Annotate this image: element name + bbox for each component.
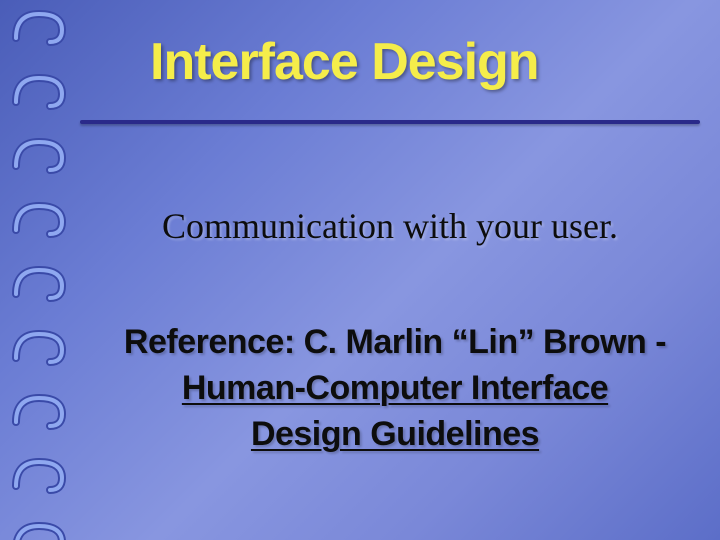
reference-book-line1: Human-Computer Interface: [100, 366, 690, 412]
spiral-ring: [12, 456, 66, 494]
reference-text: Reference: C. Marlin “Lin” Brown - Human…: [100, 320, 690, 458]
spiral-ring: [12, 520, 66, 540]
spiral-ring: [12, 72, 66, 110]
slide-subtitle: Communication with your user.: [0, 205, 720, 247]
spiral-ring: [12, 328, 66, 366]
spiral-ring: [12, 8, 66, 46]
slide-title: Interface Design: [150, 32, 539, 92]
spiral-ring: [12, 392, 66, 430]
spiral-ring: [12, 264, 66, 302]
reference-prefix: Reference: C. Marlin “Lin” Brown -: [124, 323, 666, 361]
title-divider: [80, 120, 700, 124]
spiral-ring: [12, 136, 66, 174]
spiral-binding: [12, 0, 72, 540]
reference-book-line2: Design Guidelines: [100, 412, 690, 458]
